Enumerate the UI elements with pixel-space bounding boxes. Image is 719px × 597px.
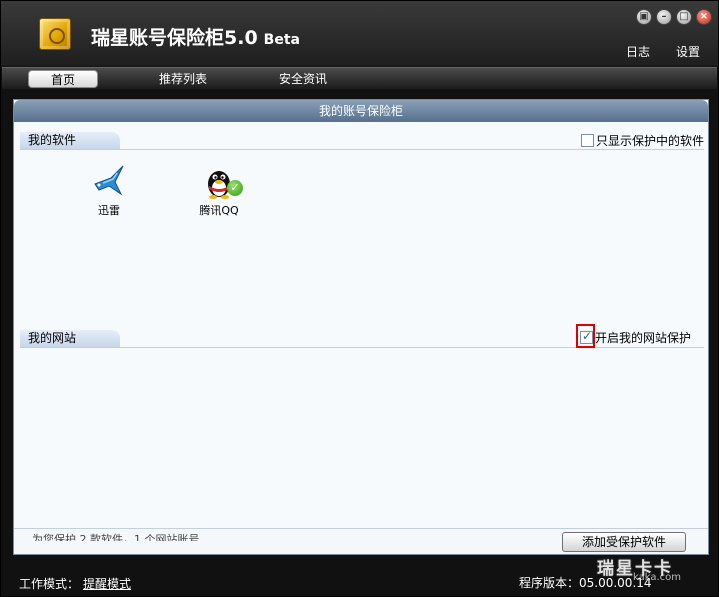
nav-bar: 首页 推荐列表 安全资讯 (2, 67, 717, 89)
app-title: 瑞星账号保险柜5.0 Beta (91, 23, 300, 50)
status-bar: 工作模式： 提醒模式 程序版本：05.00.00.14 (1, 569, 718, 596)
app-qq[interactable]: ✓ 腾讯QQ (184, 164, 254, 218)
work-mode-link[interactable]: 提醒模式 (83, 577, 131, 591)
app-title-beta: Beta (263, 32, 300, 48)
filter-protected-checkbox[interactable]: 只显示保护中的软件 (581, 132, 704, 149)
thunder-bird-icon (91, 164, 127, 200)
maximize-icon[interactable]: □ (676, 9, 692, 25)
window-controls: ▣ – □ × (636, 9, 712, 25)
tab-home[interactable]: 首页 (28, 70, 98, 88)
work-mode: 工作模式： 提醒模式 (19, 575, 131, 592)
app-thunder[interactable]: 迅雷 (74, 164, 144, 218)
software-section-label: 我的软件 (20, 132, 120, 149)
program-version: 程序版本：05.00.00.14 (519, 576, 652, 590)
add-protected-software-button[interactable]: 添加受保护软件 (562, 532, 686, 552)
protection-summary: 为您保护 2 款软件，1 个网站账号 (32, 533, 200, 541)
panel-footer: 为您保护 2 款软件，1 个网站账号 添加受保护软件 (14, 528, 708, 554)
tab-recommended[interactable]: 推荐列表 (146, 70, 220, 88)
qq-penguin-icon: ✓ (201, 164, 243, 200)
tab-security-news[interactable]: 安全资讯 (266, 70, 340, 88)
title-bar[interactable]: 瑞星账号保险柜5.0 Beta ▣ – □ × 日志 设置 (1, 1, 718, 65)
top-links: 日志 设置 (626, 43, 700, 60)
website-protection-label: 开启我的网站保护 (595, 331, 692, 345)
panel-header: 我的账号保险柜 (14, 100, 708, 122)
log-link[interactable]: 日志 (626, 43, 650, 60)
filter-checkbox-box[interactable] (581, 134, 594, 147)
close-icon[interactable]: × (696, 9, 712, 25)
app-label: 迅雷 (98, 204, 120, 217)
protected-check-icon: ✓ (227, 180, 243, 196)
work-mode-label: 工作模式： (19, 577, 80, 591)
safe-logo-icon (39, 18, 71, 50)
website-protection-checkbox-box[interactable] (580, 329, 593, 344)
app-window: 瑞星账号保险柜5.0 Beta ▣ – □ × 日志 设置 首页 推荐列表 安全资… (0, 0, 719, 597)
settings-link[interactable]: 设置 (676, 43, 700, 60)
minimize-icon[interactable]: – (656, 9, 672, 25)
website-protection-checkbox[interactable]: 开启我的网站保护 (580, 329, 691, 346)
app-label: 腾讯QQ (199, 204, 239, 217)
software-divider (20, 149, 704, 150)
restore-icon[interactable]: ▣ (636, 9, 652, 25)
main-panel: 我的账号保险柜 我的软件 只显示保护中的软件 迅雷 ✓ 腾讯QQ 我的网站 ✓ … (13, 99, 709, 555)
websites-section-label: 我的网站 (20, 330, 120, 347)
filter-checkbox-label: 只显示保护中的软件 (596, 134, 705, 148)
websites-divider (20, 347, 704, 348)
app-title-text: 瑞星账号保险柜5.0 (91, 27, 258, 49)
